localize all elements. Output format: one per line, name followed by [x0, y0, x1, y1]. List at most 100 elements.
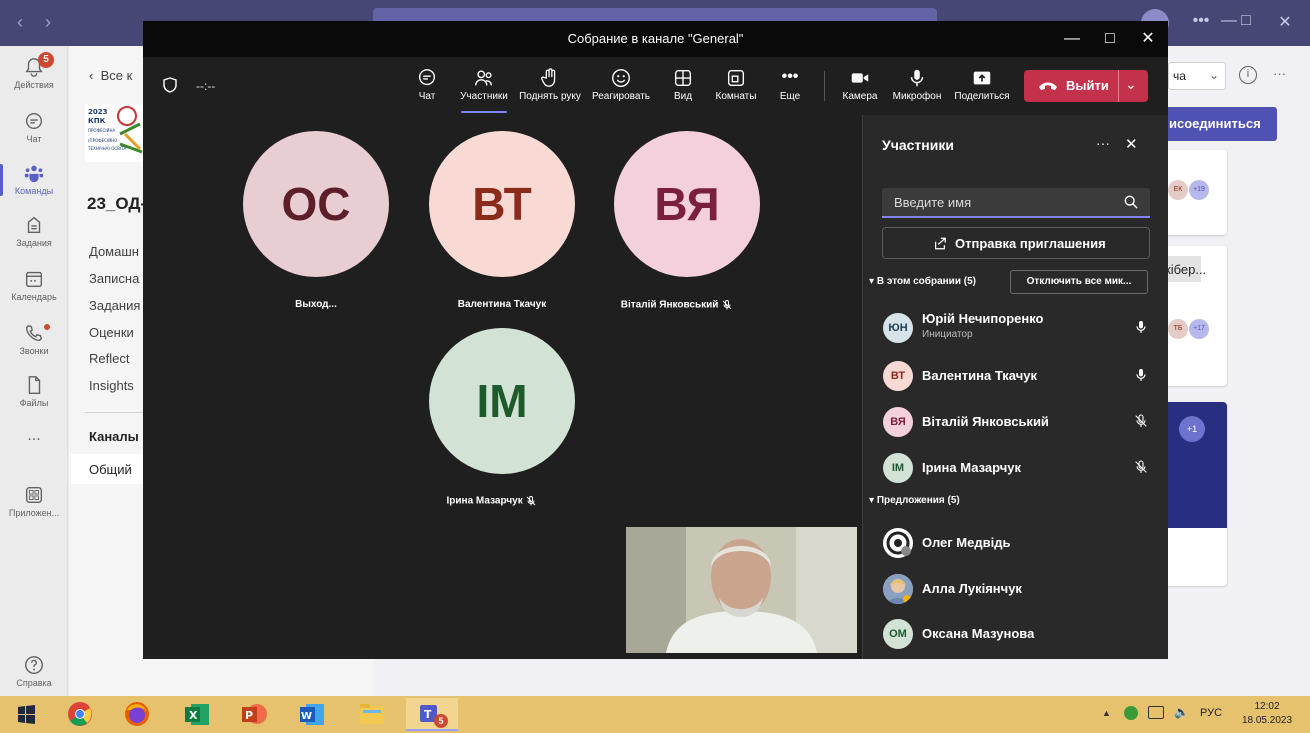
language-indicator[interactable]: РУС [1200, 707, 1222, 719]
dropdown-label: ча [1173, 69, 1186, 83]
more-people-badge: +19 [1189, 180, 1209, 200]
channel-tab[interactable]: Домашн [89, 244, 139, 259]
chrome-icon[interactable] [60, 698, 100, 731]
tray-app-icon[interactable] [1124, 706, 1138, 720]
meeting-dropdown[interactable]: ча ⌄ [1168, 62, 1226, 90]
volume-icon[interactable]: 🔈 [1174, 705, 1189, 719]
rail-files[interactable]: Файлы [0, 366, 68, 418]
tray-chevron-icon[interactable]: ▲ [1102, 708, 1111, 718]
start-button[interactable] [6, 698, 46, 731]
mic-off-icon [1135, 414, 1147, 427]
leave-button[interactable]: Выйти ⌄ [1024, 70, 1148, 102]
video-stage: ОС Выход... ВТ Валентина Ткачук ВЯ Вітал… [143, 115, 862, 659]
suggestions-header[interactable]: ▾ Предложения (5) [869, 495, 960, 506]
channel-tab[interactable]: Записна [89, 271, 139, 286]
avatar [883, 574, 913, 604]
rail-activity[interactable]: 5 Действия [0, 48, 68, 100]
powerpoint-icon[interactable]: P [234, 698, 274, 731]
self-video[interactable] [626, 527, 857, 653]
chat-icon [25, 112, 43, 130]
participant-row[interactable]: ВЯ Віталій Янковський [881, 402, 1151, 442]
info-icon[interactable]: i [1239, 66, 1257, 84]
raise-hand-button[interactable]: Поднять руку [517, 63, 583, 111]
clock[interactable]: 12:02 18.05.2023 [1237, 700, 1297, 728]
excel-icon[interactable]: X [177, 698, 217, 731]
forward-arrow-icon[interactable]: › [38, 10, 58, 34]
search-input[interactable]: Введите имя [882, 188, 1150, 218]
camera-button[interactable]: Камера [841, 63, 879, 111]
channel-tab[interactable]: Оценки [89, 325, 134, 340]
back-link[interactable]: ‹ Все к [89, 68, 132, 83]
rail-label: Звонки [19, 346, 49, 356]
invite-button[interactable]: Отправка приглашения [882, 227, 1150, 259]
rail-calls[interactable]: Звонки [0, 314, 68, 366]
avatar: ЕК [1168, 180, 1188, 200]
participant-row[interactable]: ІМ Ірина Мазарчук [881, 448, 1151, 488]
join-button[interactable]: исоединиться [1165, 107, 1277, 141]
network-icon[interactable] [1148, 706, 1164, 719]
chevron-down-icon[interactable]: ⌄ [1125, 76, 1137, 93]
more-button[interactable]: ••• Еще [777, 63, 803, 111]
in-meeting-header[interactable]: ▾ В этом собрании (5) [869, 276, 976, 287]
post-card: ЕК +19 [1163, 150, 1227, 235]
more-icon: ... [27, 427, 41, 444]
camera-icon [851, 73, 869, 83]
back-label: Все к [100, 68, 133, 83]
channel-tab[interactable]: Reflect [89, 351, 129, 366]
mic-off-icon [525, 495, 537, 507]
svg-text:КПК: КПК [88, 117, 106, 125]
participant-name: Валентина Ткачук [922, 368, 1037, 383]
rail-more[interactable]: ... [0, 424, 68, 456]
channel-tab[interactable]: Insights [89, 378, 134, 393]
close-icon[interactable]: ✕ [1136, 27, 1160, 51]
avatar-initials: ВЯ [654, 178, 720, 230]
participants-button[interactable]: Участники [457, 63, 511, 113]
maximize-icon[interactable]: □ [1098, 27, 1122, 51]
minimize-icon[interactable]: — [1060, 27, 1084, 51]
svg-text:W: W [301, 711, 312, 722]
more-icon[interactable]: ··· [1273, 66, 1286, 81]
rail-teams[interactable]: Команды [0, 154, 68, 206]
file-icon [28, 376, 41, 394]
channel-tab[interactable]: Задания [89, 298, 140, 313]
suggestion-row[interactable]: Алла Лукіянчук [881, 569, 1151, 609]
leave-label: Выйти [1066, 78, 1109, 93]
view-button[interactable]: Вид [669, 63, 697, 111]
chevron-left-icon: ‹ [89, 68, 101, 83]
more-people-badge: +1 [1179, 416, 1205, 442]
react-label: Реагировать [591, 91, 651, 102]
rail-help[interactable]: Справка [0, 646, 68, 698]
participant-row[interactable]: ВТ Валентина Ткачук [881, 356, 1151, 396]
firefox-icon[interactable] [117, 698, 157, 731]
teams-taskbar-icon[interactable]: T 5 [406, 698, 458, 731]
more-icon[interactable]: ••• [1188, 12, 1214, 34]
rail-apps[interactable]: Приложен... [0, 476, 68, 528]
mic-button[interactable]: Микрофон [891, 63, 943, 111]
suggestion-row[interactable]: Олег Медвідь [881, 523, 1151, 563]
react-button[interactable]: Реагировать [591, 63, 651, 111]
avatar: ЮН [883, 313, 913, 343]
team-logo: 2023 КПК ПРОФЕСІЙНА (ПРОФЕСІЙНО ТЕХНІЧНА) ОС… [85, 104, 143, 162]
participant-row[interactable]: ЮН Юрій Нечипоренко Инициатор [881, 308, 1151, 348]
calls-dot [44, 324, 50, 330]
rail-calendar[interactable]: Календарь [0, 260, 68, 312]
rail-label: Чат [26, 134, 42, 144]
participant-name: Алла Лукіянчук [922, 581, 1022, 596]
chat-button[interactable]: Чат [413, 63, 441, 111]
share-button[interactable]: Поделиться [953, 63, 1011, 111]
invite-label: Отправка приглашения [955, 236, 1106, 251]
rail-assignments[interactable]: Задания [0, 206, 68, 258]
more-icon[interactable]: ··· [1096, 135, 1110, 151]
back-arrow-icon[interactable]: ‹ [10, 10, 30, 34]
avatar-initials: ВТ [472, 178, 532, 230]
mute-all-button[interactable]: Отключить все мик... [1010, 270, 1148, 294]
file-explorer-icon[interactable] [352, 698, 392, 731]
close-icon[interactable]: ✕ [1272, 12, 1298, 34]
restore-icon[interactable]: □ [1233, 12, 1259, 34]
word-icon[interactable]: W [292, 698, 332, 731]
rail-chat[interactable]: Чат [0, 102, 68, 154]
shield-icon[interactable] [163, 77, 177, 93]
rooms-button[interactable]: Комнаты [713, 63, 759, 111]
suggestion-row[interactable]: ОМ Оксана Мазунова [881, 614, 1151, 654]
close-icon[interactable]: ✕ [1125, 135, 1138, 153]
